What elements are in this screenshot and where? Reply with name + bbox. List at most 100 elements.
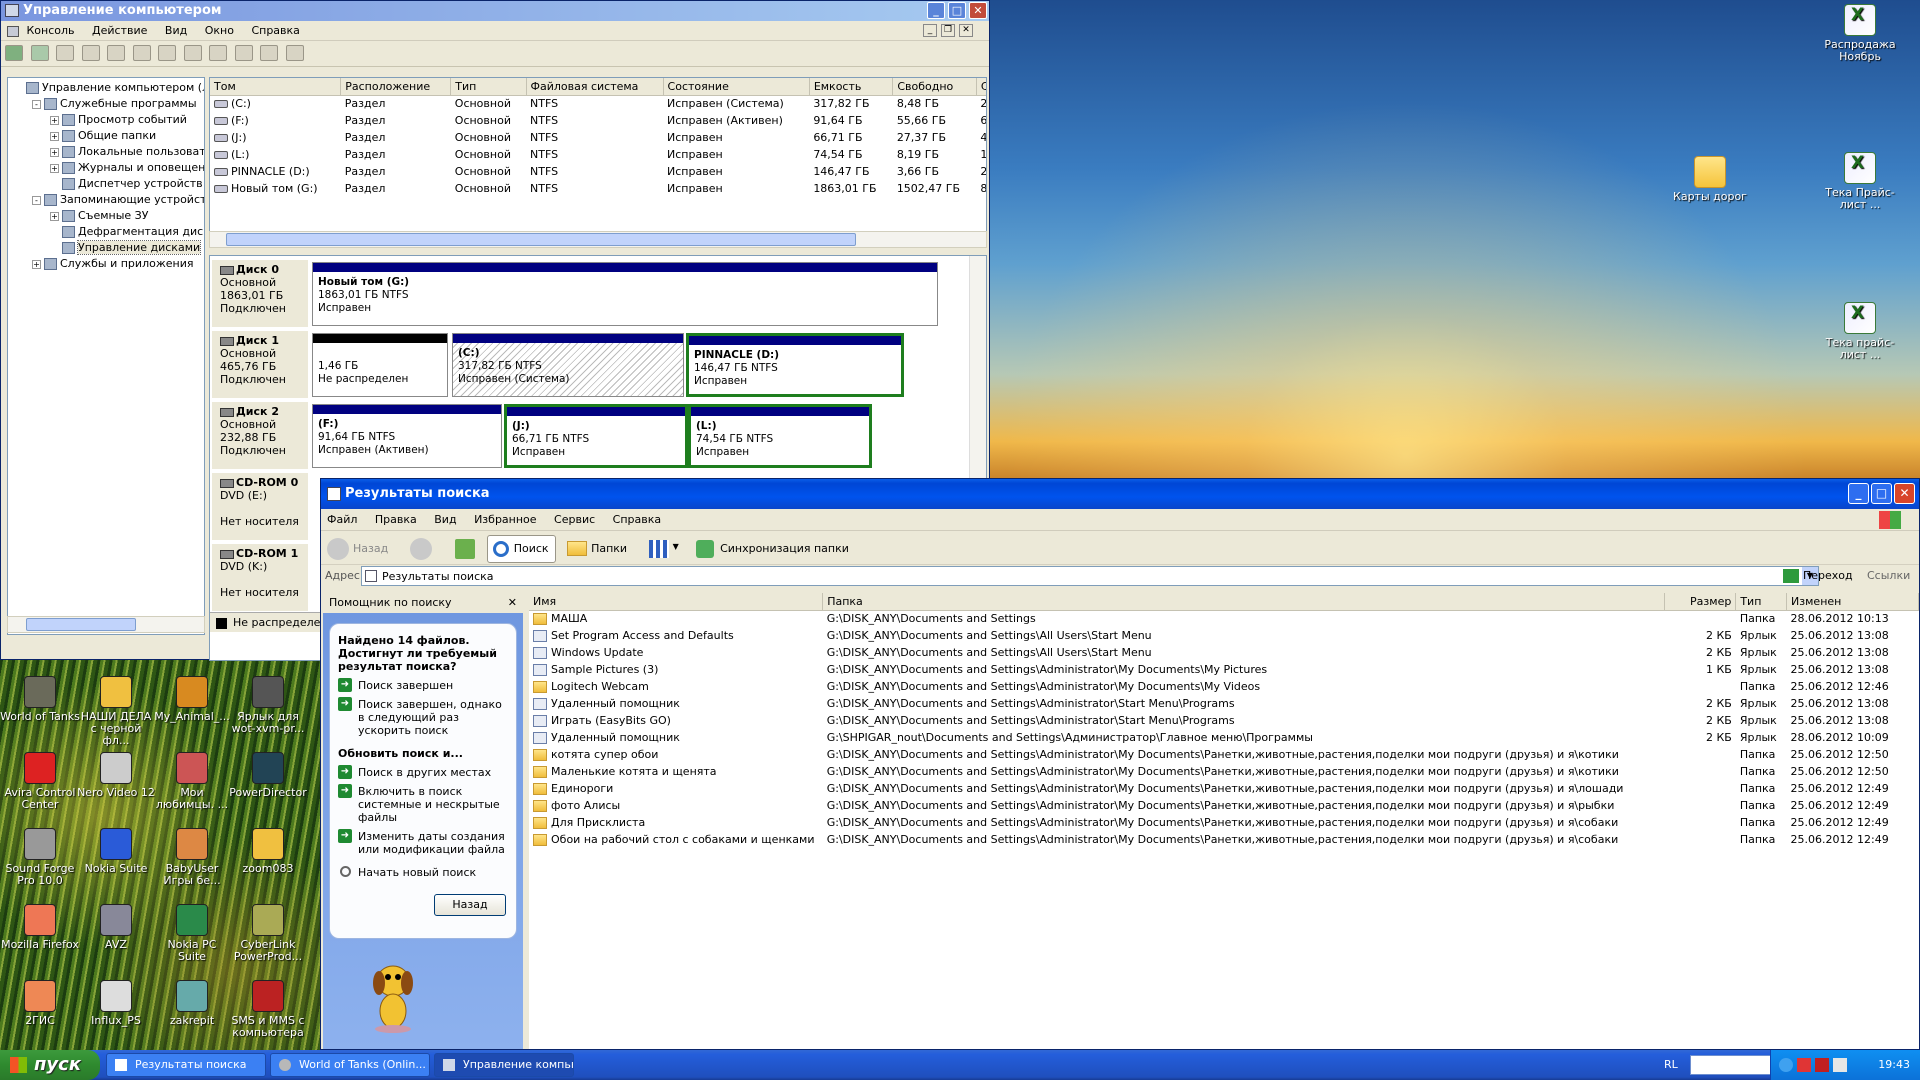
- menu-window[interactable]: Окно: [205, 24, 234, 37]
- taskbar-button-computer-management[interactable]: Управление компью...: [434, 1053, 574, 1077]
- tray-icon-4[interactable]: [1833, 1058, 1847, 1072]
- taskbar-button-search[interactable]: Результаты поиска: [106, 1053, 266, 1077]
- nero-search-box[interactable]: [1690, 1055, 1776, 1075]
- result-row[interactable]: Единороги G:\DISK_ANY\Documents and Setti…: [529, 780, 1919, 797]
- disk-label[interactable]: CD-ROM 0 DVD (E:) Нет носителя: [212, 473, 308, 540]
- column-header[interactable]: Расположение: [340, 78, 452, 96]
- start-button[interactable]: пуск: [0, 1050, 100, 1080]
- partition[interactable]: (F:) 91,64 ГБ NTFS Исправен (Активен): [312, 404, 502, 468]
- refresh-icon[interactable]: [158, 45, 176, 61]
- maximize-button[interactable]: □: [1871, 483, 1892, 504]
- column-header[interactable]: Состояние: [663, 78, 810, 96]
- column-header[interactable]: Размер: [1664, 593, 1737, 611]
- forward-button[interactable]: [409, 538, 432, 560]
- close-button[interactable]: ✕: [1894, 483, 1915, 504]
- menu-console[interactable]: Консоль: [27, 24, 75, 37]
- volume-row[interactable]: (F:) Раздел Основной NTFS Исправен (Активен)…: [210, 112, 986, 129]
- link-include-system[interactable]: Включить в поиск системные и нескрытые ф…: [338, 784, 508, 824]
- tree-item[interactable]: + Журналы и оповещения пр: [10, 160, 204, 176]
- column-header[interactable]: Имя: [529, 593, 824, 611]
- tree-item[interactable]: + Службы и приложения: [10, 256, 202, 272]
- column-header[interactable]: Тип: [450, 78, 527, 96]
- expand-icon[interactable]: +: [32, 259, 41, 269]
- result-row[interactable]: Удаленный помощник G:\DISK_ANY\Documents …: [529, 695, 1919, 712]
- tray-icon-2[interactable]: [1797, 1058, 1811, 1072]
- desktop-icon[interactable]: BabyUser Игры бе...: [152, 828, 232, 887]
- desktop-icon[interactable]: Мои любимцы. ...: [152, 752, 232, 811]
- desktop-icon[interactable]: zoom083: [228, 828, 308, 875]
- column-header[interactable]: Изменен: [1786, 593, 1919, 611]
- close-pane-icon[interactable]: ✕: [508, 593, 517, 613]
- collapse-icon[interactable]: -: [32, 195, 41, 205]
- result-row[interactable]: МАША G:\DISK_ANY\Documents and Settings Па…: [529, 610, 1919, 627]
- desktop-icon[interactable]: Mozilla Firefox: [0, 904, 80, 951]
- menu-edit[interactable]: Правка: [375, 513, 417, 526]
- tree-item[interactable]: - Служебные программы: [10, 96, 202, 112]
- link-search-faster[interactable]: Поиск завершен, однако в следующий раз у…: [338, 697, 508, 737]
- expand-icon[interactable]: +: [50, 115, 59, 125]
- result-row[interactable]: котята супер обои G:\DISK_ANY\Documents a…: [529, 746, 1919, 763]
- collapse-icon[interactable]: -: [32, 99, 41, 109]
- partition[interactable]: 1,46 ГБ Не распределен: [312, 333, 448, 397]
- links-toolbar[interactable]: Ссылки: [1867, 566, 1910, 586]
- menu-action[interactable]: Действие: [92, 24, 147, 37]
- close-button[interactable]: ✕: [969, 2, 987, 19]
- tree-item[interactable]: + Локальные пользователи: [10, 144, 204, 160]
- views-button[interactable]: ▼: [648, 538, 683, 560]
- partition[interactable]: PINNACLE (D:) 146,47 ГБ NTFS Исправен: [686, 333, 904, 397]
- result-row[interactable]: Set Program Access and Defaults G:\DISK_A…: [529, 627, 1919, 644]
- link-other-places[interactable]: Поиск в других местах: [338, 765, 508, 779]
- language-indicator[interactable]: RL: [1664, 1058, 1678, 1071]
- menu-tools[interactable]: Сервис: [554, 513, 595, 526]
- partition[interactable]: (J:) 66,71 ГБ NTFS Исправен: [504, 404, 688, 468]
- up-folder-button[interactable]: [455, 539, 476, 559]
- delete-icon[interactable]: [183, 45, 202, 61]
- tray-icon-3[interactable]: [1815, 1058, 1829, 1072]
- desktop-icon[interactable]: Nokia Suite: [76, 828, 156, 875]
- result-row[interactable]: фото Алисы G:\DISK_ANY\Documents and Sett…: [529, 797, 1919, 814]
- column-header[interactable]: Свободно: [892, 78, 977, 96]
- child-restore-button[interactable]: ❐: [941, 24, 955, 37]
- column-header[interactable]: Тип: [1735, 593, 1788, 611]
- help-icon[interactable]: [107, 45, 125, 61]
- disk-label[interactable]: Диск 0 Основной 1863,01 ГБ Подключен: [212, 260, 308, 327]
- settings-icon[interactable]: [285, 45, 304, 61]
- expand-icon[interactable]: +: [50, 163, 59, 173]
- result-row[interactable]: Обои на рабочий стол с собаками и щенкам…: [529, 831, 1919, 848]
- desktop-icon[interactable]: Avira Control Center: [0, 752, 80, 811]
- desktop-icon[interactable]: Influx_PS: [76, 980, 156, 1027]
- tree-item[interactable]: + Просмотр событий: [10, 112, 202, 128]
- desktop-icon[interactable]: PowerDirector: [228, 752, 308, 799]
- disk-label[interactable]: CD-ROM 1 DVD (K:) Нет носителя: [212, 544, 308, 611]
- partition[interactable]: (C:) 317,82 ГБ NTFS Исправен (Система): [452, 333, 684, 397]
- desktop-icon[interactable]: SMS и MMS с компьютера: [228, 980, 308, 1039]
- disk-icon[interactable]: [209, 45, 227, 61]
- tree-item[interactable]: + Общие папки: [10, 128, 202, 144]
- desktop-icon[interactable]: НАШИ ДЕЛА с черной фл...: [76, 676, 156, 747]
- forward-arrow-icon[interactable]: [30, 45, 49, 61]
- go-button[interactable]: Переход: [1783, 566, 1853, 586]
- expand-icon[interactable]: +: [50, 147, 59, 157]
- tree-item[interactable]: Диспетчер устройств: [10, 176, 203, 192]
- child-minimize-button[interactable]: _: [923, 24, 937, 37]
- desktop-icon[interactable]: CyberLink PowerProd...: [228, 904, 308, 963]
- volume-row[interactable]: PINNACLE (D:) Раздел Основной NTFS Исправен 1…: [210, 163, 986, 180]
- show-tree-icon[interactable]: [81, 45, 100, 61]
- expand-icon[interactable]: +: [50, 211, 59, 221]
- desktop-icon[interactable]: zakrepit: [152, 980, 232, 1027]
- disk-label[interactable]: Диск 2 Основной 232,88 ГБ Подключен: [212, 402, 308, 469]
- desktop-icon[interactable]: Sound Forge Pro 10.0: [0, 828, 80, 887]
- tree-item[interactable]: - Запоминающие устройства: [10, 192, 204, 208]
- column-header[interactable]: Файловая система: [526, 78, 664, 96]
- sync-folder-button[interactable]: Синхронизация папки: [694, 536, 849, 562]
- back-button[interactable]: Назад: [434, 894, 506, 916]
- expand-icon[interactable]: +: [50, 131, 59, 141]
- volume-row[interactable]: (C:) Раздел Основной NTFS Исправен (Система)…: [210, 95, 986, 112]
- result-row[interactable]: Удаленный помощник G:\SHPIGAR_nout\Docume…: [529, 729, 1919, 746]
- column-header[interactable]: Свободно %: [976, 78, 986, 96]
- properties-icon[interactable]: [132, 45, 151, 61]
- result-row[interactable]: Маленькие котята и щенята G:\DISK_ANY\Doc…: [529, 763, 1919, 780]
- tree-item[interactable]: Дефрагментация диска: [10, 224, 204, 240]
- desktop-icon[interactable]: My_Animal_...: [152, 676, 232, 723]
- window-titlebar[interactable]: Результаты поиска _ □ ✕: [321, 479, 1919, 509]
